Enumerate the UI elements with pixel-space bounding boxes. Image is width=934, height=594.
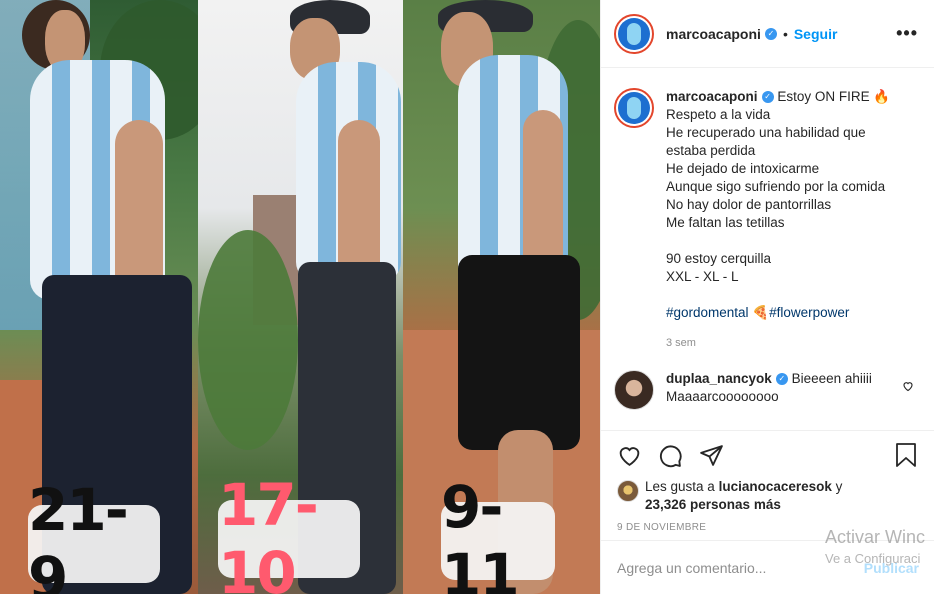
caption-text-line: XXL - XL - L: [666, 269, 739, 284]
caption-text-line: 90 estoy cerquilla: [666, 251, 772, 266]
comment-text: Bieeeen ahiiii: [791, 371, 872, 386]
post-header: marcoacaponi ✓ • Seguir •••: [601, 0, 934, 68]
comment-body: duplaa_nancyok ✓ Bieeeen ahiiii Maaaarcoo…: [666, 370, 886, 410]
post-actions: [601, 430, 934, 476]
date-badge: 9-11: [441, 473, 555, 594]
date-badge: 17-10: [218, 471, 360, 594]
verified-icon: ✓: [761, 91, 774, 104]
liker-username[interactable]: lucianocaceresok: [719, 479, 832, 494]
heart-icon[interactable]: [617, 443, 642, 473]
verified-icon: ✓: [764, 27, 777, 40]
caption-body: marcoacaponi ✓ Estoy ON FIRE 🔥 Respeto a …: [666, 88, 906, 352]
likes-count[interactable]: 23,326 personas más: [645, 497, 781, 512]
comment-icon[interactable]: [658, 443, 683, 473]
caption-username[interactable]: marcoacaponi: [666, 89, 758, 104]
avatar-image: [618, 17, 650, 50]
caption-text-line: Estoy ON FIRE 🔥: [777, 89, 891, 104]
caption-text-line: Aunque sigo sufriendo por la comida: [666, 179, 886, 194]
caption-text-line: estaba perdida: [666, 143, 756, 158]
caption-text-line: Me faltan las tetillas: [666, 215, 785, 230]
watermark-line2: Ve a Configuraci: [825, 551, 921, 566]
person-shorts: [458, 255, 580, 450]
likes-summary: Les gusta a lucianocaceresok y 23,326 pe…: [601, 478, 934, 514]
hashtags[interactable]: #gordomental 🍕#flowerpower: [666, 304, 906, 322]
likes-prefix: Les gusta a: [645, 479, 715, 494]
caption-text-line: No hay dolor de pantorrillas: [666, 197, 832, 212]
post-photo[interactable]: 21-9 17-10 9-11: [0, 0, 600, 594]
comment-input[interactable]: [617, 559, 847, 576]
more-icon[interactable]: •••: [896, 23, 918, 44]
comment-text: Maaaarcoooooooo: [666, 389, 779, 404]
caption-text-line: Respeto a la vida: [666, 107, 771, 122]
verified-icon: ✓: [775, 373, 788, 386]
tree-foliage: [198, 230, 298, 450]
caption-age[interactable]: 3 sem: [666, 334, 906, 352]
comment-item: duplaa_nancyok ✓ Bieeeen ahiiii Maaaarcoo…: [614, 370, 918, 410]
likes-text: Les gusta a lucianocaceresok y 23,326 pe…: [645, 478, 842, 514]
caption-text-line: He recuperado una habilidad que: [666, 125, 866, 140]
avatar-image: [618, 92, 650, 124]
liker-avatar[interactable]: [617, 480, 639, 502]
likes-joiner: y: [835, 479, 843, 494]
author-username[interactable]: marcoacaponi: [666, 26, 761, 42]
post-side-panel: marcoacaponi ✓ • Seguir ••• marcoacaponi…: [600, 0, 934, 594]
date-badge: 21-9: [28, 476, 160, 594]
commenter-username[interactable]: duplaa_nancyok: [666, 371, 772, 386]
watermark-line1: Activar Winc: [825, 527, 926, 547]
caption-text-line: He dejado de intoxicarme: [666, 161, 820, 176]
bookmark-icon[interactable]: [894, 442, 918, 473]
caption: marcoacaponi ✓ Estoy ON FIRE 🔥 Respeto a …: [614, 88, 918, 352]
share-icon[interactable]: [699, 443, 724, 473]
separator-dot: •: [782, 25, 788, 42]
author-avatar[interactable]: [614, 13, 654, 54]
commenter-avatar[interactable]: [614, 370, 654, 410]
comments-area[interactable]: marcoacaponi ✓ Estoy ON FIRE 🔥 Respeto a …: [601, 68, 934, 430]
author-avatar[interactable]: [614, 88, 654, 128]
follow-button[interactable]: Seguir: [794, 26, 838, 42]
comment-heart-icon[interactable]: [902, 379, 914, 397]
windows-activation-watermark: Activar Winc Ve a Configuraci: [825, 527, 925, 566]
